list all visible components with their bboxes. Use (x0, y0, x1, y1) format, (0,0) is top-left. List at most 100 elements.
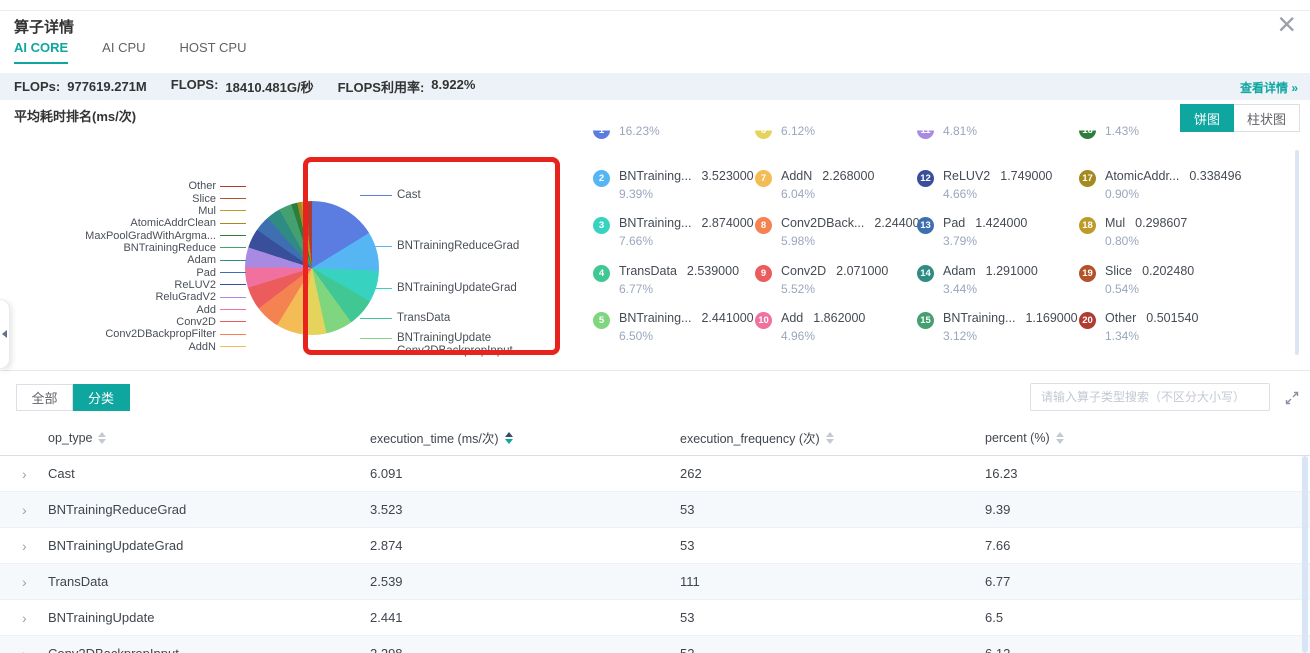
drawer-collapse-handle[interactable] (0, 299, 10, 369)
flops-total: FLOPs: 977619.271M (14, 79, 147, 94)
sort-icon-active-desc[interactable] (505, 432, 513, 444)
legend-op-value: 2.268000 (822, 169, 874, 184)
cell-op-type: BNTrainingUpdate (48, 610, 370, 625)
pie-slice-label-text: MaxPoolGradWithArgma... (85, 230, 216, 242)
table-row[interactable]: ›TransData2.5391116.77 (0, 564, 1310, 600)
legend-rank-badge: 5 (593, 312, 610, 329)
column-op-type[interactable]: op_type (48, 431, 370, 445)
pie-label-leader-line (220, 334, 246, 335)
expand-icon[interactable] (1284, 390, 1300, 406)
table-row[interactable]: ›Conv2DBackpropInput2.298526.12 (0, 636, 1310, 653)
legend-op-percent: 0.80% (1105, 235, 1187, 248)
legend-op-name: Conv2DBack... (781, 216, 864, 231)
tab-ai-core[interactable]: AI CORE (14, 40, 68, 64)
filter-all-button[interactable]: 全部 (16, 384, 73, 411)
row-expand-icon[interactable]: › (0, 610, 48, 626)
flops-utilization: FLOPS利用率: 8.922% (338, 77, 476, 96)
flops-utilization-value: 8.922% (431, 77, 475, 96)
flops-summary-bar: FLOPs: 977619.271M FLOPS: 18410.481G/秒 F… (0, 73, 1310, 100)
sort-icon[interactable] (1056, 432, 1064, 444)
column-execution-time-label: execution_time (ms/次) (370, 428, 499, 447)
legend-op-value: 1.424000 (975, 216, 1027, 231)
cell-execution-time: 2.539 (370, 574, 680, 589)
search-input[interactable] (1030, 383, 1270, 411)
legend-rank-badge: 1 (593, 122, 610, 139)
legend-rank-badge: 8 (755, 217, 772, 234)
column-percent-label: percent (%) (985, 431, 1050, 445)
legend-rank-badge: 19 (1079, 265, 1096, 282)
legend-op-value: 2.539000 (687, 264, 739, 279)
table-scrollbar[interactable] (1302, 456, 1308, 653)
pie-left-labels: OtherSliceMulAtomicAddrCleanMaxPoolGradW… (20, 180, 246, 353)
legend-item: 13Pad1.4240003.79% (917, 216, 1027, 248)
legend-rank-badge: 16 (1079, 122, 1096, 139)
legend-op-percent: 4.96% (781, 330, 865, 343)
pie-label-leader-line (360, 351, 392, 352)
cell-percent: 6.5 (985, 610, 1310, 625)
cell-execution-frequency: 53 (680, 502, 985, 517)
column-percent[interactable]: percent (%) (985, 431, 1310, 445)
pie-slice-label: BNTrainingReduce (20, 242, 246, 254)
flops-total-value: 977619.271M (67, 79, 147, 94)
cell-execution-time: 2.874 (370, 538, 680, 553)
pie-slice-label: Cast (360, 189, 421, 201)
chart-type-toggle: 饼图 柱状图 (1180, 104, 1300, 132)
pie-chart-button[interactable]: 饼图 (1180, 104, 1234, 132)
tab-host-cpu[interactable]: HOST CPU (180, 40, 247, 64)
legend-rank-badge: 9 (755, 265, 772, 282)
table-row[interactable]: ›BNTrainingReduceGrad3.523539.39 (0, 492, 1310, 528)
pie-label-leader-line (220, 186, 246, 187)
pie-slice-label: Other (20, 180, 246, 192)
row-expand-icon[interactable]: › (0, 646, 48, 653)
legend-op-value: 0.298607 (1135, 216, 1187, 231)
pie-chart[interactable] (245, 201, 379, 335)
table-row[interactable]: ›Cast6.09126216.23 (0, 456, 1310, 492)
operator-details-modal: 算子详情 × AI CORE AI CPU HOST CPU FLOPs: 97… (0, 0, 1310, 653)
row-expand-icon[interactable]: › (0, 466, 48, 482)
pie-slice-label-text: Pad (196, 267, 216, 279)
flops-rate: FLOPS: 18410.481G/秒 (171, 77, 314, 96)
cell-execution-frequency: 53 (680, 538, 985, 553)
table-filter-toggle: 全部 分类 (16, 384, 130, 411)
table-row[interactable]: ›BNTrainingUpdate2.441536.5 (0, 600, 1310, 636)
column-execution-frequency[interactable]: execution_frequency (次) (680, 428, 985, 447)
cell-op-type: TransData (48, 574, 370, 589)
legend-item: 3BNTraining...2.8740007.66% (593, 216, 754, 248)
view-details-link[interactable]: 查看详情 » (1240, 79, 1298, 96)
legend-rank-badge: 13 (917, 217, 934, 234)
legend-op-percent: 6.77% (619, 283, 739, 296)
table-row[interactable]: ›BNTrainingUpdateGrad2.874537.66 (0, 528, 1310, 564)
column-execution-time[interactable]: execution_time (ms/次) (370, 428, 680, 447)
pie-label-leader-line (360, 338, 392, 339)
tab-bar: AI CORE AI CPU HOST CPU (14, 40, 246, 64)
filter-category-button[interactable]: 分类 (73, 384, 130, 411)
pie-slice-label-text: Other (188, 180, 216, 192)
cell-percent: 16.23 (985, 466, 1310, 481)
legend-op-name: Other (1105, 311, 1136, 326)
legend-op-percent: 0.90% (1105, 188, 1241, 201)
close-icon[interactable]: × (1277, 8, 1296, 40)
pie-slice-label-text: AtomicAddrClean (130, 217, 216, 229)
pie-label-leader-line (220, 309, 246, 310)
legend-item: 17AtomicAddr...0.3384960.90% (1079, 169, 1241, 201)
sort-icon[interactable] (826, 432, 834, 444)
bar-chart-button[interactable]: 柱状图 (1234, 104, 1300, 132)
legend-scrollbar[interactable] (1295, 150, 1299, 355)
legend-rank-badge: 15 (917, 312, 934, 329)
legend-item: 5BNTraining...2.4410006.50% (593, 311, 754, 343)
legend-op-name: Pad (943, 216, 965, 231)
legend-op-value: 1.749000 (1000, 169, 1052, 184)
legend-op-percent: 0.54% (1105, 283, 1194, 296)
pie-slice-label-text: Conv2DBackpropFilter (105, 328, 216, 340)
legend-op-percent: 4.81% (943, 125, 977, 138)
pie-label-leader-line (220, 284, 246, 285)
sort-icon[interactable] (98, 432, 106, 444)
row-expand-icon[interactable]: › (0, 502, 48, 518)
pie-label-leader-line (360, 318, 392, 319)
legend-op-percent: 5.98% (781, 235, 927, 248)
column-op-type-label: op_type (48, 431, 92, 445)
row-expand-icon[interactable]: › (0, 538, 48, 554)
row-expand-icon[interactable]: › (0, 574, 48, 590)
pie-label-leader-line (220, 321, 246, 322)
tab-ai-cpu[interactable]: AI CPU (102, 40, 145, 64)
